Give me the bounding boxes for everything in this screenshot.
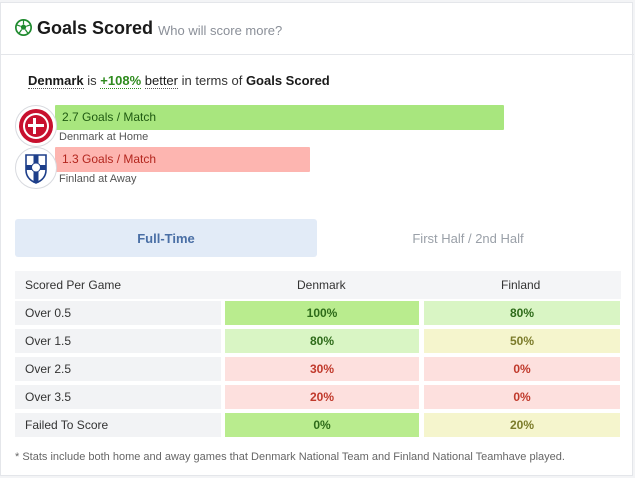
- table-row: Over 0.5 100% 80%: [15, 299, 621, 327]
- home-goals-row: 2.7 Goals / Match Denmark at Home: [15, 105, 615, 147]
- table-row: Over 1.5 80% 50%: [15, 327, 621, 355]
- row-label: Failed To Score: [15, 413, 221, 437]
- finland-value: 80%: [424, 301, 620, 325]
- finland-value: 0%: [424, 357, 620, 381]
- period-tabs: Full-Time First Half / 2nd Half: [15, 219, 619, 257]
- home-goals-label: 2.7 Goals / Match: [62, 110, 157, 124]
- section-subtitle: Who will score more?: [158, 23, 283, 38]
- denmark-value: 80%: [225, 329, 419, 353]
- football-icon: [15, 19, 32, 36]
- stats-footnote: * Stats include both home and away games…: [15, 451, 565, 463]
- scored-per-game-table: Scored Per Game Denmark Finland Over 0.5…: [15, 271, 621, 439]
- finland-value: 0%: [424, 385, 620, 409]
- row-label: Over 0.5: [15, 301, 221, 325]
- summary-percent[interactable]: +108%: [100, 73, 142, 89]
- header-scored-per-game: Scored Per Game: [25, 278, 122, 292]
- row-label: Over 3.5: [15, 385, 221, 409]
- table-row: Over 3.5 20% 0%: [15, 383, 621, 411]
- denmark-value: 30%: [225, 357, 419, 381]
- row-label: Over 1.5: [15, 329, 221, 353]
- denmark-value: 20%: [225, 385, 419, 409]
- denmark-value: 0%: [225, 413, 419, 437]
- denmark-crest-icon[interactable]: [15, 105, 57, 147]
- summary-metric: Goals Scored: [245, 73, 330, 88]
- table-row: Over 2.5 30% 0%: [15, 355, 621, 383]
- summary-in-terms-of: in terms of: [181, 73, 243, 88]
- finland-value: 50%: [424, 329, 620, 353]
- home-team-caption: Denmark at Home: [59, 131, 149, 143]
- comparison-summary: Denmark is +108% better in terms of Goal…: [28, 73, 330, 89]
- away-team-caption: Finland at Away: [59, 173, 137, 185]
- table-header: Scored Per Game Denmark Finland: [15, 271, 621, 299]
- finland-crest-icon[interactable]: [15, 147, 57, 189]
- section-title: Goals Scored: [37, 18, 154, 38]
- summary-better[interactable]: better: [144, 73, 178, 89]
- summary-is: is: [87, 73, 97, 88]
- header-denmark: Denmark: [297, 278, 346, 292]
- row-label: Over 2.5: [15, 357, 221, 381]
- denmark-value: 100%: [225, 301, 419, 325]
- summary-team[interactable]: Denmark: [28, 73, 84, 89]
- table-row: Failed To Score 0% 20%: [15, 411, 621, 439]
- finland-value: 20%: [424, 413, 620, 437]
- tab-first-second-half[interactable]: First Half / 2nd Half: [317, 219, 619, 257]
- header-finland: Finland: [501, 278, 541, 292]
- tab-full-time[interactable]: Full-Time: [15, 219, 317, 257]
- away-goals-label: 1.3 Goals / Match: [62, 152, 157, 166]
- away-goals-row: 1.3 Goals / Match Finland at Away: [15, 147, 615, 189]
- card-header: Goals Scored Who will score more?: [1, 3, 634, 55]
- goals-scored-card: Goals Scored Who will score more? Denmar…: [0, 2, 634, 476]
